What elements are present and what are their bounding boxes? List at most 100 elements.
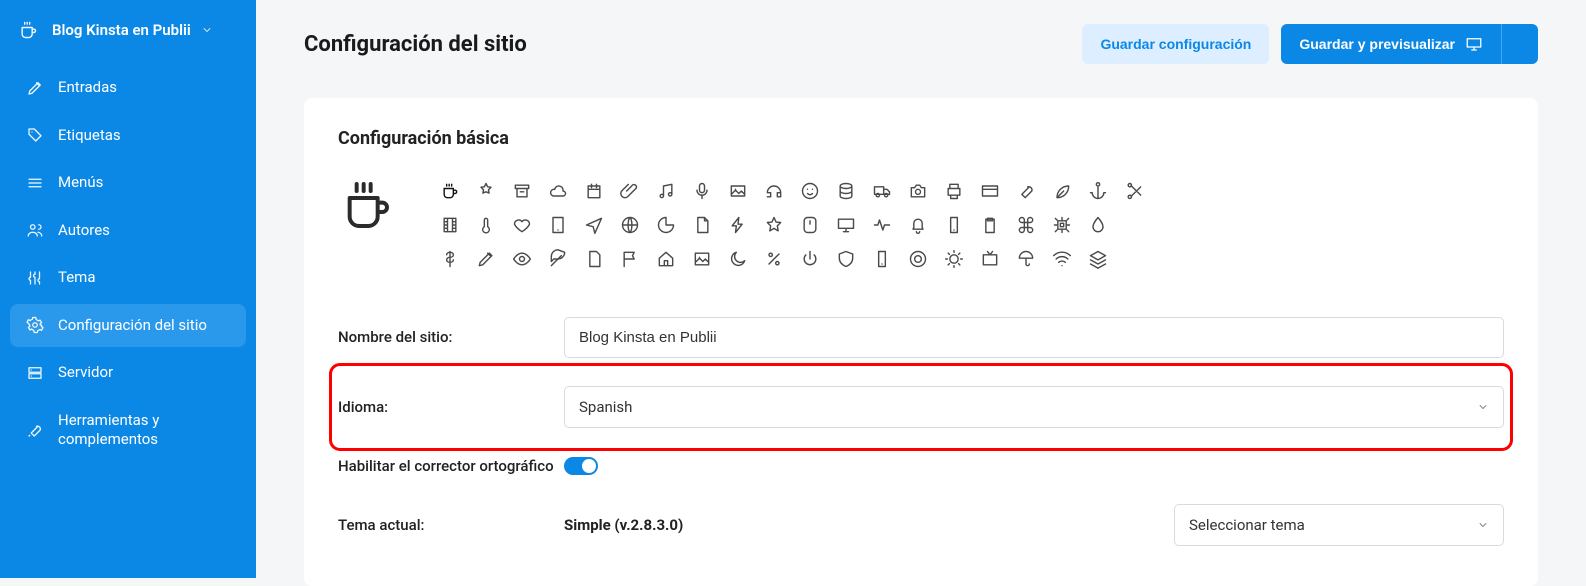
badge-icon[interactable]	[472, 177, 500, 205]
pulse-icon[interactable]	[868, 211, 896, 239]
headphones-icon[interactable]	[760, 177, 788, 205]
home-icon[interactable]	[652, 245, 680, 273]
phone-icon[interactable]	[868, 245, 896, 273]
wifi-icon[interactable]	[1048, 245, 1076, 273]
feather-icon[interactable]	[544, 245, 572, 273]
mug-icon	[18, 20, 38, 40]
eye-icon[interactable]	[508, 245, 536, 273]
icon-grid	[436, 177, 1148, 273]
file-icon[interactable]	[580, 245, 608, 273]
field-theme: Tema actual: Simple (v.2.8.3.0) Seleccio…	[338, 490, 1504, 560]
calendar-icon[interactable]	[580, 177, 608, 205]
tv-icon[interactable]	[976, 245, 1004, 273]
label-language: Idioma:	[338, 397, 564, 417]
card-icon[interactable]	[976, 177, 1004, 205]
anchor-icon[interactable]	[1084, 177, 1112, 205]
doc-icon[interactable]	[688, 211, 716, 239]
nav-entries[interactable]: Entradas	[10, 66, 246, 110]
selected-site-icon	[338, 177, 408, 233]
star-icon[interactable]	[760, 211, 788, 239]
chevron-down-icon	[1477, 401, 1489, 413]
nav-menus[interactable]: Menús	[10, 161, 246, 205]
mug-icon[interactable]	[436, 177, 464, 205]
cloud-icon[interactable]	[544, 177, 572, 205]
server-icon	[24, 364, 46, 382]
umbrella-icon[interactable]	[1012, 245, 1040, 273]
label-site-name: Nombre del sitio:	[338, 327, 564, 347]
icon-picker-row	[338, 177, 1504, 273]
camera-icon[interactable]	[904, 177, 932, 205]
send-icon[interactable]	[580, 211, 608, 239]
chevron-down-icon	[1477, 519, 1489, 531]
thermo-icon[interactable]	[472, 211, 500, 239]
cmd-icon[interactable]	[1012, 211, 1040, 239]
drop-icon[interactable]	[1084, 211, 1112, 239]
truck-icon[interactable]	[868, 177, 896, 205]
clip-icon[interactable]	[616, 177, 644, 205]
nav-tools[interactable]: Herramientas y complementos	[10, 399, 246, 462]
select-language[interactable]: Spanish	[564, 386, 1504, 428]
photo-icon[interactable]	[724, 177, 752, 205]
globe-icon[interactable]	[616, 211, 644, 239]
mobile-icon[interactable]	[940, 211, 968, 239]
wrench-icon[interactable]	[1012, 177, 1040, 205]
db-icon[interactable]	[832, 177, 860, 205]
monitor-icon[interactable]	[832, 211, 860, 239]
shield-icon[interactable]	[832, 245, 860, 273]
nav-authors[interactable]: Autores	[10, 209, 246, 253]
tag-icon	[24, 126, 46, 144]
printer-icon[interactable]	[940, 177, 968, 205]
leaf-icon[interactable]	[1048, 177, 1076, 205]
film-icon[interactable]	[436, 211, 464, 239]
blank-icon[interactable]	[1120, 245, 1148, 273]
pencil-icon	[24, 79, 46, 97]
input-site-name[interactable]	[564, 317, 1504, 358]
bolt-icon[interactable]	[724, 211, 752, 239]
label-theme: Tema actual:	[338, 515, 564, 535]
smile-icon[interactable]	[796, 177, 824, 205]
site-switcher[interactable]: Blog Kinsta en Publii	[0, 6, 256, 66]
sun-icon[interactable]	[940, 245, 968, 273]
section-title: Configuración básica	[338, 128, 1504, 149]
cpu-icon[interactable]	[1048, 211, 1076, 239]
select-theme[interactable]: Seleccionar tema	[1174, 504, 1504, 546]
layers-icon[interactable]	[1084, 245, 1112, 273]
save-preview-button[interactable]: Guardar y previsualizar	[1281, 24, 1501, 64]
tablet-icon[interactable]	[544, 211, 572, 239]
monitor-icon	[1465, 35, 1483, 53]
image-icon[interactable]	[688, 245, 716, 273]
toggle-spellcheck[interactable]	[564, 457, 598, 475]
wrench-icon	[24, 421, 46, 439]
nav-site-settings[interactable]: Configuración del sitio	[10, 304, 246, 348]
scissors-icon[interactable]	[1120, 177, 1148, 205]
actions: Guardar configuración Guardar y previsua…	[1082, 24, 1538, 64]
nav: Entradas Etiquetas Menús Autores Tema Co…	[0, 66, 256, 466]
bell-icon[interactable]	[904, 211, 932, 239]
percent-icon[interactable]	[760, 245, 788, 273]
pen-icon[interactable]	[472, 245, 500, 273]
site-name: Blog Kinsta en Publii	[52, 21, 191, 39]
field-site-name: Nombre del sitio:	[338, 303, 1504, 372]
blank-icon[interactable]	[1120, 211, 1148, 239]
mouse-icon[interactable]	[796, 211, 824, 239]
clipboard-icon[interactable]	[976, 211, 1004, 239]
archive-icon[interactable]	[508, 177, 536, 205]
nav-tags[interactable]: Etiquetas	[10, 114, 246, 158]
flag-icon[interactable]	[616, 245, 644, 273]
nav-theme[interactable]: Tema	[10, 256, 246, 300]
power-icon[interactable]	[796, 245, 824, 273]
moon-icon[interactable]	[724, 245, 752, 273]
dollar-icon[interactable]	[436, 245, 464, 273]
sidebar: Blog Kinsta en Publii Entradas Etiquetas…	[0, 0, 256, 578]
heart-icon[interactable]	[508, 211, 536, 239]
chart-icon[interactable]	[652, 211, 680, 239]
main: Configuración del sitio Guardar configur…	[256, 0, 1586, 578]
label-spellcheck: Habilitar el corrector ortográfico	[338, 456, 564, 476]
mic-icon[interactable]	[688, 177, 716, 205]
save-preview-caret[interactable]	[1501, 24, 1538, 64]
users-icon	[24, 221, 46, 239]
music-icon[interactable]	[652, 177, 680, 205]
target-icon[interactable]	[904, 245, 932, 273]
save-config-button[interactable]: Guardar configuración	[1082, 24, 1269, 64]
nav-server[interactable]: Servidor	[10, 351, 246, 395]
